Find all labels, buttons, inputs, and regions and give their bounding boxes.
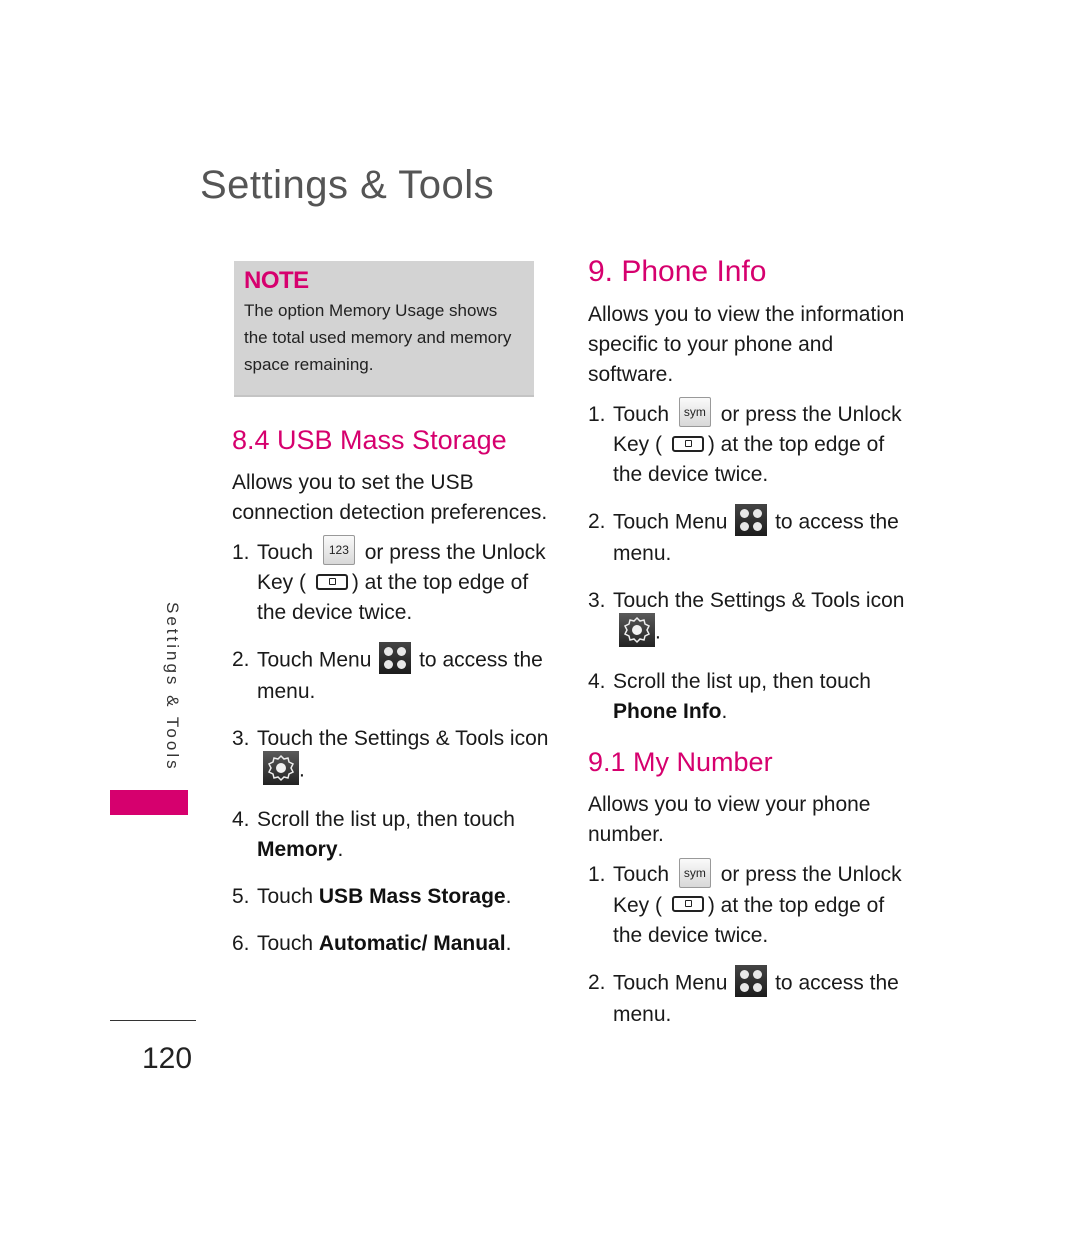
- side-tab-marker: [110, 790, 188, 815]
- step-number: 1.: [588, 403, 606, 426]
- step-number: 3.: [232, 727, 250, 751]
- page-title: Settings & Tools: [200, 163, 495, 207]
- step-item: 5. Touch USB Mass Storage.: [232, 882, 552, 912]
- step-text: .: [299, 759, 305, 782]
- step-target: Phone Info: [613, 700, 722, 724]
- unlock-key-icon: [671, 896, 704, 913]
- usb-mass-storage-section: 8.4 USB Mass Storage Allows you to set t…: [232, 422, 552, 976]
- step-target: Memory: [257, 838, 338, 862]
- step-item: 1. Touch sym or press the Unlock Key ( )…: [588, 397, 918, 490]
- step-number: 3.: [588, 589, 606, 613]
- unlock-key-icon: [671, 435, 704, 452]
- step-text: Touch: [257, 541, 314, 564]
- step-text: Touch: [613, 863, 670, 887]
- note-text: The option Memory Usage shows the total …: [244, 301, 512, 374]
- step-item: 1. Touch 123 or press the Unlock Key ( )…: [232, 535, 552, 628]
- menu-grid-icon: [379, 642, 412, 675]
- step-text: Touch Menu: [257, 649, 372, 672]
- step-number: 6.: [232, 932, 250, 956]
- step-text: .: [721, 700, 728, 724]
- step-item: 2. Touch Menu to access the menu.: [588, 964, 918, 1030]
- step-item: 2. Touch Menu to access the menu.: [588, 504, 918, 569]
- steps-list: 1. Touch sym or press the Unlock Key ( )…: [588, 857, 918, 1030]
- settings-gear-icon: [263, 751, 299, 786]
- step-text: Touch: [257, 932, 314, 956]
- step-item: 3. Touch the Settings & Tools icon .: [588, 586, 918, 650]
- menu-grid-icon: [735, 504, 768, 537]
- step-item: 1. Touch sym or press the Unlock Key ( )…: [588, 857, 918, 950]
- step-number: 5.: [232, 885, 250, 909]
- section-heading: 8.4 USB Mass Storage: [232, 425, 507, 455]
- subsection-heading: 9.1 My Number: [588, 747, 773, 778]
- note-box: NOTE The option Memory Usage shows the t…: [234, 261, 534, 397]
- step-target: Automatic/ Manual: [318, 932, 506, 956]
- sym-key-icon: sym: [678, 857, 711, 888]
- step-text: Touch Menu: [613, 511, 728, 534]
- section-heading: 9. Phone Info: [588, 255, 767, 288]
- step-item: 3. Touch the Settings & Tools icon .: [232, 724, 552, 788]
- menu-grid-icon: [735, 964, 768, 997]
- step-text: .: [337, 838, 344, 862]
- step-text: .: [505, 885, 512, 909]
- step-text: Touch the Settings & Tools icon: [257, 727, 549, 751]
- note-label: NOTE: [244, 267, 309, 294]
- step-number: 4.: [588, 670, 606, 694]
- steps-list: 1. Touch 123 or press the Unlock Key ( )…: [232, 535, 552, 959]
- step-number: 2.: [588, 970, 606, 994]
- step-text: Touch: [613, 403, 670, 426]
- step-item: 2. Touch Menu to access the menu.: [232, 642, 552, 707]
- settings-gear-icon: [619, 613, 655, 648]
- footer-divider: [110, 1020, 196, 1021]
- step-number: 1.: [588, 863, 606, 887]
- unlock-key-icon: [315, 573, 348, 590]
- step-text: Touch the Settings & Tools icon: [613, 589, 905, 613]
- 123-key-icon: 123: [322, 535, 355, 566]
- section-intro: Allows you to view the information speci…: [588, 303, 905, 386]
- step-number: 2.: [588, 510, 606, 534]
- step-text: Scroll the list up, then touch: [613, 670, 871, 694]
- step-text: .: [655, 621, 661, 644]
- phone-info-section: 9. Phone Info Allows you to view the inf…: [588, 254, 918, 1047]
- step-text: .: [505, 932, 512, 956]
- step-text: Scroll the list up, then touch: [257, 808, 515, 832]
- section-intro: Allows you to view your phone number.: [588, 793, 871, 847]
- step-text: Touch Menu: [613, 971, 728, 995]
- step-number: 2.: [232, 648, 250, 672]
- steps-list: 1. Touch sym or press the Unlock Key ( )…: [588, 397, 918, 727]
- sym-key-icon: sym: [678, 397, 711, 428]
- page-number: 120: [142, 1042, 193, 1075]
- step-number: 4.: [232, 808, 250, 832]
- side-tab-label: Settings & Tools: [163, 602, 182, 772]
- step-target: USB Mass Storage: [318, 885, 506, 909]
- step-text: Touch: [257, 885, 314, 909]
- step-item: 4. Scroll the list up, then touch Memory…: [232, 805, 552, 865]
- step-number: 1.: [232, 541, 250, 564]
- step-item: 4. Scroll the list up, then touch Phone …: [588, 667, 918, 727]
- step-item: 6. Touch Automatic/ Manual.: [232, 929, 552, 959]
- section-intro: Allows you to set the USB connection det…: [232, 471, 548, 524]
